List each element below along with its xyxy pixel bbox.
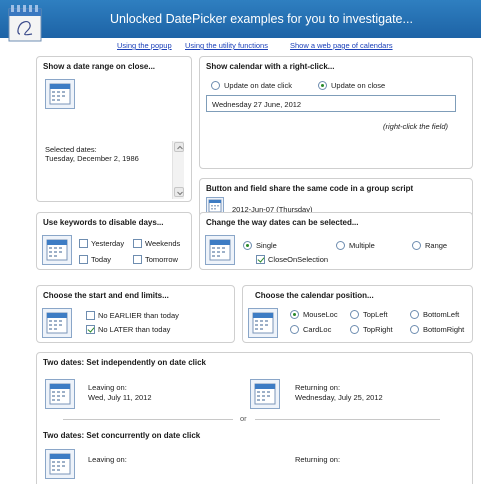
update-on-date-click-radio[interactable] [211,81,220,90]
panel-title: Choose the start and end limits... [43,291,169,300]
today-checkbox[interactable] [79,255,88,264]
date-field[interactable]: Wednesday 27 June, 2012 [206,95,456,112]
calendar-button-icon[interactable] [42,235,72,265]
link-bar: Using the popup Using the utility functi… [0,41,481,53]
concurrent-returning-label: Returning on: [295,455,341,464]
bottomright-label: BottomRight [423,325,465,334]
update-on-close-label: Update on close [331,81,386,90]
mouseloc-radio[interactable] [290,310,299,319]
calendar-button-icon[interactable] [45,79,75,109]
returning-value: Wednesday, July 25, 2012 [295,393,383,402]
independent-section-title: Two dates: Set independently on date cli… [43,358,206,367]
weekends-label: Weekends [145,239,181,248]
yesterday-checkbox[interactable] [79,239,88,248]
multiple-radio[interactable] [336,241,345,250]
range-radio[interactable] [412,241,421,250]
divider-left [63,419,233,420]
concurrent-leaving-label: Leaving on: [88,455,127,464]
position-panel: Choose the calendar position... MouseLoc… [242,285,473,343]
topright-label: TopRight [363,325,393,334]
close-on-selection-label: CloseOnSelection [268,255,329,264]
two-dates-panel: Two dates: Set independently on date cli… [36,352,473,484]
scroll-up-button[interactable] [174,142,184,152]
today-label: Today [91,255,112,264]
no-earlier-checkbox[interactable] [86,311,95,320]
calendar-button-icon[interactable] [205,235,235,265]
right-click-panel: Show calendar with a right-click... Upda… [199,56,473,169]
tomorrow-checkbox[interactable] [133,255,142,264]
topleft-label: TopLeft [363,310,388,319]
update-on-date-click-label: Update on date click [224,81,292,90]
mouseloc-label: MouseLoc [303,310,338,319]
update-on-close-radio[interactable] [318,81,327,90]
yesterday-label: Yesterday [91,239,125,248]
weekends-checkbox[interactable] [133,239,142,248]
no-later-label: No LATER than today [98,325,171,334]
bottomleft-radio[interactable] [410,310,419,319]
close-on-selection-checkbox[interactable] [256,255,265,264]
scroll-down-button[interactable] [174,187,184,197]
chevron-up-icon [177,145,183,150]
selection-mode-panel: Change the way dates can be selected... … [199,212,473,270]
bottomleft-label: BottomLeft [423,310,460,319]
returning-calendar-button-icon[interactable] [250,379,280,409]
calendar-logo-icon [8,5,42,42]
leaving-value: Wed, July 11, 2012 [88,393,152,402]
concurrent-section-title: Two dates: Set concurrently on date clic… [43,431,201,440]
multiple-label: Multiple [349,241,375,250]
scrollbar[interactable] [172,141,184,199]
page-title: Unlocked DatePicker examples for you to … [110,12,413,26]
bottomright-radio[interactable] [410,325,419,334]
panel-title: Use keywords to disable days... [43,218,164,227]
divider-right [255,419,440,420]
panel-title: Show a date range on close... [43,62,156,71]
cardloc-label: CardLoc [303,325,332,334]
range-label: Range [425,241,448,250]
single-label: Single [256,241,277,250]
chevron-down-icon [177,191,183,196]
panel-title: Choose the calendar position... [255,291,374,300]
date-range-panel: Show a date range on close... Selected d… [36,56,192,202]
web-page-calendars-link[interactable]: Show a web page of calendars [290,41,393,50]
concurrent-calendar-button-icon[interactable] [45,449,75,479]
panel-title: Change the way dates can be selected... [206,218,359,227]
utility-functions-link[interactable]: Using the utility functions [185,41,268,50]
calendar-button-icon[interactable] [248,308,278,338]
or-separator: or [240,414,247,423]
tomorrow-label: Tomorrow [145,255,178,264]
panel-title: Button and field share the same code in … [206,184,414,193]
no-earlier-label: No EARLIER than today [98,311,179,320]
cardloc-radio[interactable] [290,325,299,334]
single-radio[interactable] [243,241,252,250]
right-click-hint: (right-click the field) [383,122,449,131]
app-header: Unlocked DatePicker examples for you to … [0,0,481,42]
keywords-panel: Use keywords to disable days... Yesterda… [36,212,192,270]
selected-dates-value: Tuesday, December 2, 1986 [45,154,139,163]
limits-panel: Choose the start and end limits... No EA… [36,285,235,343]
no-later-checkbox[interactable] [86,325,95,334]
topleft-radio[interactable] [350,310,359,319]
returning-label: Returning on: [295,383,341,392]
selected-dates-label: Selected dates: [45,145,97,154]
calendar-button-icon[interactable] [42,308,72,338]
leaving-calendar-button-icon[interactable] [45,379,75,409]
topright-radio[interactable] [350,325,359,334]
panel-title: Show calendar with a right-click... [206,62,335,71]
popup-link[interactable]: Using the popup [117,41,172,50]
leaving-label: Leaving on: [88,383,127,392]
